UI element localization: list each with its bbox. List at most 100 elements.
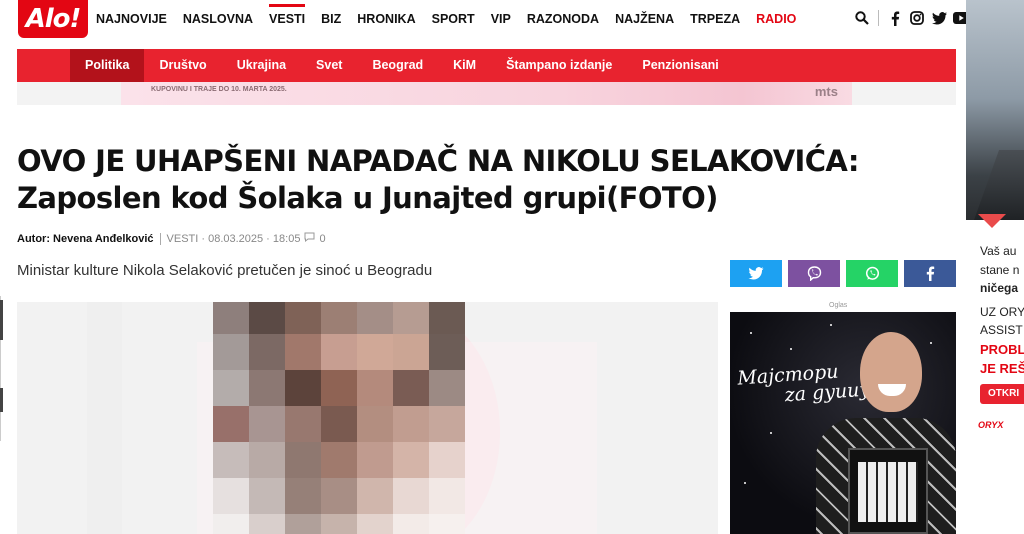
site-logo[interactable]: Alo! (18, 0, 88, 38)
right-side-ad[interactable]: Vaš au stane n ničega UZ ORY ASSIST PROB… (966, 0, 1024, 534)
share-twitter-button[interactable] (730, 260, 782, 287)
category-beograd[interactable]: Beograd (357, 49, 438, 82)
category-penzionisani[interactable]: Penzionisani (627, 49, 733, 82)
mosaic-pixel (357, 442, 393, 478)
viber-icon (807, 266, 821, 281)
divider (878, 10, 879, 26)
mosaic-pixel (357, 478, 393, 514)
sidebar-ad-label: Oglas (829, 302, 848, 309)
mosaic-pixel (357, 514, 393, 534)
headline-line-1: OVO JE UHAPŠENI NAPADAČ NA NIKOLU SELAKO… (17, 144, 859, 178)
category-politika[interactable]: Politika (70, 49, 145, 82)
right-ad-line-7: JE REŠ (980, 361, 1024, 376)
category-bar: Politika Društvo Ukrajina Svet Beograd K… (17, 49, 956, 82)
nav-item-najzena[interactable]: NAJŽENA (615, 12, 674, 26)
category-drustvo[interactable]: Društvo (144, 49, 221, 82)
nav-item-sport[interactable]: SPORT (432, 12, 475, 26)
right-ad-line-6: PROBL (980, 342, 1024, 357)
banner-ad[interactable]: KUPOVINU I TRAJE DO 10. MARTA 2025. mts (17, 82, 956, 105)
mosaic-pixel (213, 406, 249, 442)
mosaic-pixel (285, 302, 321, 334)
nav-icons (854, 10, 969, 26)
main-nav: NAJNOVIJE NASLOVNA VESTI BIZ HRONIKA SPO… (96, 4, 812, 26)
article-lead: Ministar kulture Nikola Selaković pretuč… (17, 262, 433, 279)
right-ad-line-3: ničega (980, 281, 1019, 295)
nav-item-radio[interactable]: RADIO (756, 12, 796, 26)
category-svet[interactable]: Svet (301, 49, 357, 82)
mosaic-pixel (213, 370, 249, 406)
mosaic-pixel (357, 406, 393, 442)
mosaic-pixel (321, 370, 357, 406)
star-decoration (930, 342, 932, 344)
category-stampano-izdanje[interactable]: Štampano izdanje (491, 49, 627, 82)
mosaic-pixel (357, 302, 393, 334)
facebook-icon[interactable] (887, 10, 903, 26)
category-kim[interactable]: KiM (438, 49, 491, 82)
comment-icon[interactable] (304, 232, 315, 245)
article-image[interactable] (17, 302, 718, 534)
instagram-icon[interactable] (909, 10, 925, 26)
mosaic-pixel (393, 406, 429, 442)
nav-item-vip[interactable]: VIP (491, 12, 511, 26)
mosaic-pixel (249, 442, 285, 478)
mosaic-pixel (393, 478, 429, 514)
mosaic-pixel (393, 302, 429, 334)
right-ad-brand: ORYX (978, 420, 1004, 430)
divider (159, 232, 161, 245)
banner-ad-creative[interactable]: KUPOVINU I TRAJE DO 10. MARTA 2025. mts (121, 82, 852, 105)
mosaic-pixel (429, 478, 465, 514)
article-author[interactable]: Autor: Nevena Anđelković (17, 233, 154, 245)
share-whatsapp-button[interactable] (846, 260, 898, 287)
top-navigation: Alo! NAJNOVIJE NASLOVNA VESTI BIZ HRONIK… (0, 0, 969, 40)
mosaic-pixel (213, 442, 249, 478)
share-viber-button[interactable] (788, 260, 840, 287)
whatsapp-icon (865, 266, 879, 280)
nav-item-hronika[interactable]: HRONIKA (357, 12, 415, 26)
mosaic-pixel (321, 302, 357, 334)
mosaic-pixel (393, 334, 429, 370)
headline-line-2: Zaposlen kod Šolaka u Junajted grupi(FOT… (17, 181, 718, 215)
right-ad-line-5: ASSIST (980, 323, 1023, 337)
page: Alo! NAJNOVIJE NASLOVNA VESTI BIZ HRONIK… (0, 0, 1024, 534)
banner-ad-brand: mts (814, 84, 838, 99)
mosaic-pixel (249, 478, 285, 514)
nav-item-najnovije[interactable]: NAJNOVIJE (96, 12, 167, 26)
mosaic-pixel (285, 406, 321, 442)
nav-item-trpeza[interactable]: TRPEZA (690, 12, 740, 26)
star-decoration (744, 482, 746, 484)
nav-item-vesti[interactable]: VESTI (269, 4, 306, 26)
mosaic-pixel (393, 370, 429, 406)
search-icon[interactable] (854, 10, 870, 26)
star-decoration (750, 332, 752, 334)
sidebar-ad-script: Majcmopu za gyuuy (737, 359, 871, 408)
mosaic-pixel (321, 334, 357, 370)
comment-count[interactable]: 0 (319, 233, 325, 245)
mosaic-pixel (393, 514, 429, 534)
mosaic-pixel (249, 514, 285, 534)
twitter-icon[interactable] (931, 10, 947, 26)
nav-item-naslovna[interactable]: NASLOVNA (183, 12, 253, 26)
mosaic-pixel (429, 514, 465, 534)
mosaic-pixel (285, 334, 321, 370)
mosaic-pixel (357, 334, 393, 370)
accordion-keys (858, 462, 918, 522)
mosaic-pixel (357, 370, 393, 406)
right-ad-button[interactable]: OTKRI (980, 384, 1024, 404)
mosaic-pixel (429, 334, 465, 370)
mosaic-pixel (429, 406, 465, 442)
mosaic-pixel (321, 406, 357, 442)
mosaic-pixel (321, 442, 357, 478)
share-facebook-button[interactable] (904, 260, 956, 287)
right-ad-line-2: stane n (980, 263, 1020, 277)
nav-item-biz[interactable]: BIZ (321, 12, 341, 26)
logo-text: Alo! (25, 4, 82, 34)
mosaic-pixel (213, 478, 249, 514)
nav-item-razonoda[interactable]: RAZONODA (527, 12, 599, 26)
category-ukrajina[interactable]: Ukrajina (222, 49, 301, 82)
star-decoration (790, 348, 792, 350)
mosaic-pixel (249, 334, 285, 370)
sidebar-ad-script-line-2: za gyuuy (783, 378, 871, 407)
sidebar-ad[interactable]: Majcmopu za gyuuy (730, 312, 956, 534)
mosaic-pixel (285, 442, 321, 478)
article-headline: OVO JE UHAPŠENI NAPADAČ NA NIKOLU SELAKO… (17, 143, 917, 217)
